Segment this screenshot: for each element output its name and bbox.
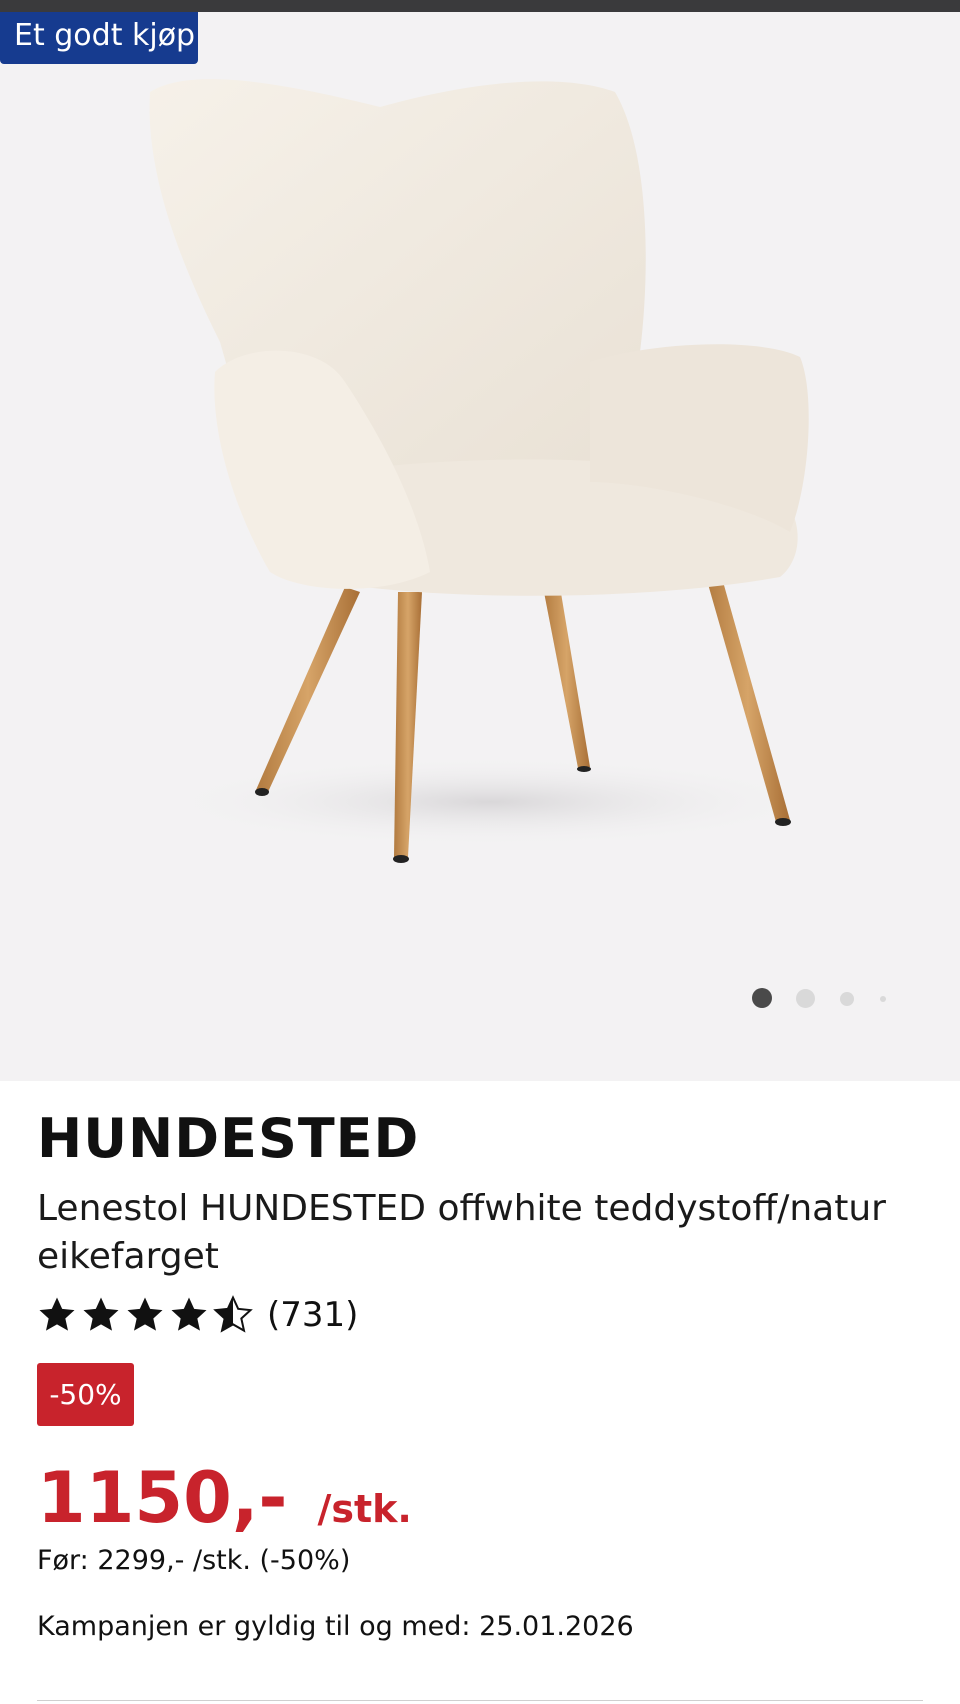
carousel-dot-1[interactable] (752, 988, 772, 1008)
product-description: Lenestol HUNDESTED offwhite teddystoff/n… (37, 1188, 886, 1277)
product-name: HUNDESTED (37, 1107, 420, 1170)
star-icon (83, 1297, 119, 1331)
star-icon (39, 1297, 75, 1331)
product-rating[interactable]: (731) (37, 1293, 358, 1337)
carousel-dot-4[interactable] (880, 996, 886, 1002)
price-amount: 1150,- (37, 1457, 288, 1539)
status-bar (0, 0, 960, 12)
star-icon (127, 1297, 163, 1331)
price: 1150,- /stk. (37, 1457, 412, 1539)
good-deal-badge: Et godt kjøp (0, 12, 198, 64)
carousel-dot-3[interactable] (840, 992, 854, 1006)
campaign-validity: Kampanjen er gyldig til og med: 25.01.20… (37, 1611, 634, 1642)
rating-stars (37, 1295, 257, 1335)
discount-badge: -50% (37, 1363, 134, 1426)
armchair-image (149, 79, 820, 863)
divider (37, 1700, 923, 1701)
half-star-icon (213, 1295, 253, 1333)
product-image-gallery[interactable]: Et godt kjøp (0, 12, 960, 1081)
carousel-dot-2[interactable] (796, 989, 815, 1008)
star-icon (171, 1297, 207, 1331)
review-count[interactable]: (731) (267, 1295, 358, 1335)
price-unit: /stk. (317, 1487, 412, 1531)
before-price: Før: 2299,- /stk. (-50%) (37, 1545, 351, 1576)
